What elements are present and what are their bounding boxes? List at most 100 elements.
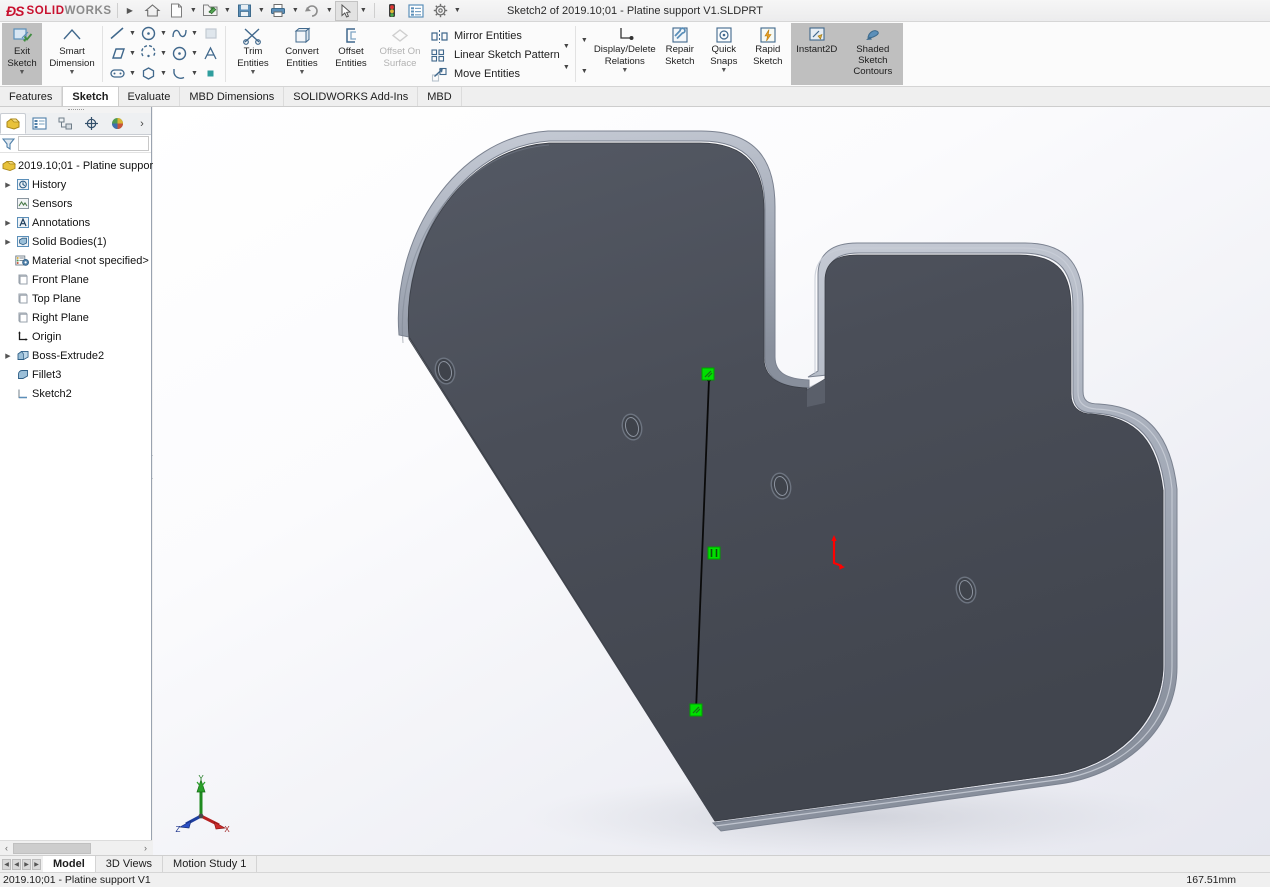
scroll-right-arrow-icon[interactable]: › — [139, 843, 152, 853]
scroll-left-arrow-icon[interactable]: ‹ — [0, 843, 13, 853]
tree-item-sensors[interactable]: Sensors — [0, 194, 151, 213]
tab-mbd-dimensions[interactable]: MBD Dimensions — [180, 87, 285, 106]
relations-caret-icon-1[interactable]: ▼ — [580, 37, 589, 44]
convert-entities-button[interactable]: Convert Entities ▼ — [276, 23, 328, 85]
tree-item-part[interactable]: 2019.10;01 - Platine support — [0, 156, 156, 175]
home-icon[interactable] — [141, 1, 164, 21]
tree-item-material[interactable]: Material <not specified> — [0, 251, 151, 270]
rapid-sketch-button[interactable]: Rapid Sketch — [745, 23, 791, 85]
tab-first-arrow-icon[interactable]: ◀ — [2, 858, 11, 870]
save-caret-icon[interactable]: ▼ — [257, 7, 266, 14]
menu-expand-arrow[interactable]: ▶ — [123, 6, 137, 15]
polygon-tool[interactable]: ▼ — [138, 65, 169, 82]
exit-sketch-caret-icon[interactable]: ▼ — [19, 69, 26, 76]
coincident-relation-bottom[interactable] — [689, 703, 703, 717]
print-icon[interactable] — [267, 1, 290, 21]
offset-entities-button[interactable]: Offset Entities — [328, 23, 374, 85]
instant2d-button[interactable]: Instant2D — [790, 23, 843, 85]
repair-sketch-button[interactable]: Repair Sketch — [657, 23, 703, 85]
panel-more-tabs[interactable]: › — [133, 113, 151, 134]
tree-item-right-plane[interactable]: Right Plane — [0, 308, 151, 327]
line-caret-icon[interactable]: ▼ — [128, 30, 137, 37]
tree-item-top-plane[interactable]: Top Plane — [0, 289, 151, 308]
tab-prev-arrow-icon[interactable]: ◀ — [12, 858, 21, 870]
tree-item-fillet3[interactable]: Fillet3 — [0, 365, 151, 384]
rectangle-face-tool[interactable] — [200, 25, 221, 42]
convert-caret-icon[interactable]: ▼ — [299, 69, 306, 76]
undo-caret-icon[interactable]: ▼ — [325, 7, 334, 14]
bottom-tab-model[interactable]: Model — [43, 856, 96, 872]
spline-caret-icon[interactable]: ▼ — [190, 30, 199, 37]
tab-next-arrow-icon[interactable]: ▶ — [22, 858, 31, 870]
dimxpert-manager-tab[interactable] — [78, 113, 104, 134]
line-tool[interactable]: ▼ — [107, 25, 138, 42]
tree-arrow-history[interactable]: ▶ — [2, 181, 14, 189]
undo-icon[interactable] — [301, 1, 324, 21]
move-entities-button[interactable]: Move Entities — [430, 65, 560, 84]
tree-arrow-solid-bodies[interactable]: ▶ — [2, 238, 14, 246]
part-3d-model[interactable] — [153, 107, 1270, 855]
rectangle-tool[interactable]: ▼ — [107, 45, 138, 62]
tab-mbd[interactable]: MBD — [418, 87, 462, 106]
tab-nav-arrows[interactable]: ◀ ◀ ▶ ▶ — [0, 856, 43, 872]
open-folder-caret-icon[interactable]: ▼ — [223, 7, 232, 14]
relations-caret-icon-2[interactable]: ▼ — [580, 68, 589, 75]
trim-entities-button[interactable]: Trim Entities ▼ — [230, 23, 276, 85]
tree-item-boss-extrude2[interactable]: ▶ Boss-Extrude2 — [0, 346, 151, 365]
vertical-relation[interactable] — [707, 546, 721, 560]
slot-caret-icon[interactable]: ▼ — [128, 70, 137, 77]
text-tool[interactable] — [200, 45, 221, 62]
new-document-icon[interactable] — [165, 1, 188, 21]
perimeter-circle-tool[interactable]: ▼ — [169, 45, 200, 62]
smart-dimension-caret-icon[interactable]: ▼ — [69, 69, 76, 76]
tab-features[interactable]: Features — [0, 87, 63, 106]
tangent-arc-tool[interactable]: ▼ — [169, 65, 200, 82]
graphics-area[interactable]: ▼ ▼ ▼ ▼ ▼ — [153, 107, 1270, 855]
pattern-caret-icon-1[interactable]: ▼ — [562, 43, 571, 50]
tree-item-annotations[interactable]: ▶ Annotations — [0, 213, 151, 232]
settings-gear-icon[interactable] — [429, 1, 452, 21]
polygon-caret-icon[interactable]: ▼ — [159, 70, 168, 77]
tab-solidworks-add-ins[interactable]: SOLIDWORKS Add-Ins — [284, 87, 419, 106]
tree-arrow-boss-extrude2[interactable]: ▶ — [2, 352, 14, 360]
options-list-icon[interactable] — [405, 1, 428, 21]
exit-sketch-button[interactable]: Exit Sketch ▼ — [2, 23, 42, 85]
slot-tool[interactable]: ▼ — [107, 65, 138, 82]
bottom-tab-3d-views[interactable]: 3D Views — [96, 856, 164, 872]
trim-caret-icon[interactable]: ▼ — [250, 69, 257, 76]
coincident-relation-top[interactable] — [701, 367, 715, 381]
property-manager-tab[interactable] — [26, 113, 52, 134]
shaded-sketch-contours-button[interactable]: Shaded Sketch Contours — [842, 23, 903, 85]
display-delete-caret-icon[interactable]: ▼ — [621, 67, 628, 74]
configuration-manager-tab[interactable] — [52, 113, 78, 134]
linear-sketch-pattern-button[interactable]: Linear Sketch Pattern — [430, 46, 560, 65]
quick-snaps-button[interactable]: Quick Snaps ▼ — [703, 23, 745, 85]
spline-tool[interactable]: ▼ — [169, 25, 200, 42]
rebuild-traffic-light-icon[interactable] — [381, 1, 404, 21]
tree-horizontal-scrollbar[interactable]: ‹ › — [0, 840, 152, 855]
scroll-thumb[interactable] — [13, 842, 91, 854]
open-folder-icon[interactable] — [199, 1, 222, 21]
settings-caret-icon[interactable]: ▼ — [453, 7, 462, 14]
new-document-caret-icon[interactable]: ▼ — [189, 7, 198, 14]
point-tool[interactable] — [200, 65, 221, 82]
circle-caret-icon[interactable]: ▼ — [159, 30, 168, 37]
display-manager-tab[interactable] — [104, 113, 130, 134]
save-icon[interactable] — [233, 1, 256, 21]
tab-sketch[interactable]: Sketch — [62, 86, 119, 106]
arc-caret-icon[interactable]: ▼ — [159, 50, 168, 57]
filter-icon[interactable] — [2, 137, 15, 151]
smart-dimension-button[interactable]: Smart Dimension ▼ — [46, 23, 98, 85]
rectangle-caret-icon[interactable]: ▼ — [128, 50, 137, 57]
feature-filter-input[interactable] — [18, 136, 149, 151]
tab-last-arrow-icon[interactable]: ▶ — [32, 858, 41, 870]
bottom-tab-motion-study[interactable]: Motion Study 1 — [163, 856, 258, 872]
tree-item-history[interactable]: ▶ History — [0, 175, 151, 194]
perimeter-circle-caret-icon[interactable]: ▼ — [190, 50, 199, 57]
feature-manager-tab[interactable] — [0, 113, 26, 134]
select-caret-icon[interactable]: ▼ — [359, 7, 368, 14]
tree-item-origin[interactable]: Origin — [0, 327, 151, 346]
tree-item-front-plane[interactable]: Front Plane — [0, 270, 151, 289]
arc-tool[interactable]: ▼ — [138, 44, 169, 62]
tree-arrow-annotations[interactable]: ▶ — [2, 219, 14, 227]
